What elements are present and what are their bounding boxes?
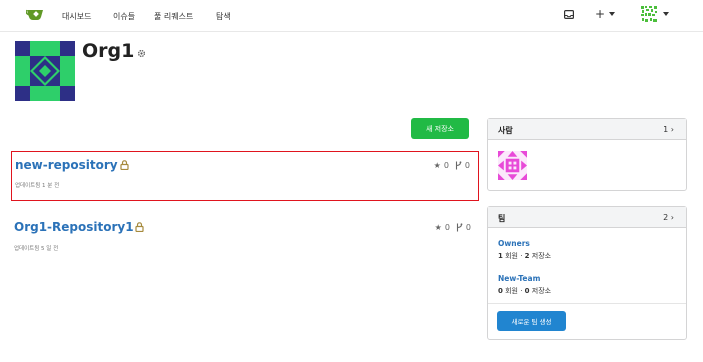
new-repository-button[interactable]: 새 저장소	[411, 118, 469, 139]
teams-title: 팀	[498, 214, 506, 223]
team-item[interactable]: Owners 1 회원 · 2 저장소	[498, 239, 551, 261]
star-icon: ★	[434, 223, 442, 232]
top-navbar: 대시보드 이슈들 풀 리퀘스트 탐색 +	[0, 0, 703, 32]
fork-icon	[456, 223, 463, 232]
people-count-link[interactable]: 1 ›	[663, 125, 674, 134]
user-avatar[interactable]	[640, 5, 658, 23]
team-item[interactable]: New-Team 0 회원 · 0 저장소	[498, 274, 551, 296]
teams-panel: 팀 2 › Owners 1 회원 · 2 저장소 New-Team 0 회원 …	[487, 206, 687, 340]
team-repos-label: 저장소	[529, 287, 552, 295]
fork-icon	[455, 161, 462, 170]
lock-icon	[120, 160, 129, 170]
divider	[488, 303, 686, 304]
repo-item: Org1-Repository1 업데이트됨 5 일 전 ★ 0 0	[11, 216, 479, 256]
gear-icon[interactable]	[137, 49, 146, 58]
team-members-label: 회원 ·	[502, 252, 525, 260]
nav-issues[interactable]: 이슈들	[113, 11, 135, 22]
org-avatar	[15, 41, 75, 101]
teams-panel-header[interactable]: 팀 2 ›	[488, 207, 686, 228]
repo-name-link[interactable]: new-repository	[15, 158, 118, 172]
repo-item: new-repository 업데이트됨 1 분 전 ★ 0 0	[11, 151, 479, 201]
team-members-label: 회원 ·	[502, 287, 525, 295]
team-name-link[interactable]: Owners	[498, 239, 551, 248]
repo-stats: ★ 0 0	[435, 223, 471, 232]
nav-explore[interactable]: 탐색	[216, 11, 231, 22]
new-team-button[interactable]: 새로운 팀 생성	[497, 311, 566, 331]
team-meta: 0 회원 · 0 저장소	[498, 286, 551, 296]
gitea-logo-icon[interactable]	[26, 7, 44, 21]
repo-stats: ★ 0 0	[434, 161, 470, 170]
team-repos-label: 저장소	[529, 252, 552, 260]
nav-pull-requests[interactable]: 풀 리퀘스트	[154, 11, 193, 22]
lock-icon	[135, 222, 144, 232]
star-count: 0	[443, 161, 449, 170]
teams-count-link[interactable]: 2 ›	[663, 213, 674, 222]
fork-count: 0	[465, 223, 471, 232]
people-panel: 사람 1 ›	[487, 118, 687, 191]
repo-updated-time: 업데이트됨 5 일 전	[14, 246, 59, 252]
inbox-icon[interactable]	[564, 10, 574, 19]
create-menu-icon[interactable]: +	[595, 7, 605, 21]
team-meta: 1 회원 · 2 저장소	[498, 251, 551, 261]
people-title: 사람	[498, 126, 513, 135]
repo-name-link[interactable]: Org1-Repository1	[14, 220, 134, 234]
people-panel-header[interactable]: 사람 1 ›	[488, 119, 686, 140]
chevron-down-icon[interactable]	[663, 12, 669, 16]
fork-count: 0	[464, 161, 470, 170]
team-name-link[interactable]: New-Team	[498, 274, 551, 283]
member-avatar[interactable]	[498, 151, 527, 180]
star-count: 0	[444, 223, 450, 232]
nav-dashboard[interactable]: 대시보드	[62, 11, 91, 22]
repo-updated-time: 업데이트됨 1 분 전	[15, 183, 60, 189]
org-name: Org1	[82, 40, 135, 62]
chevron-down-icon[interactable]	[609, 12, 615, 16]
star-icon: ★	[433, 161, 441, 170]
